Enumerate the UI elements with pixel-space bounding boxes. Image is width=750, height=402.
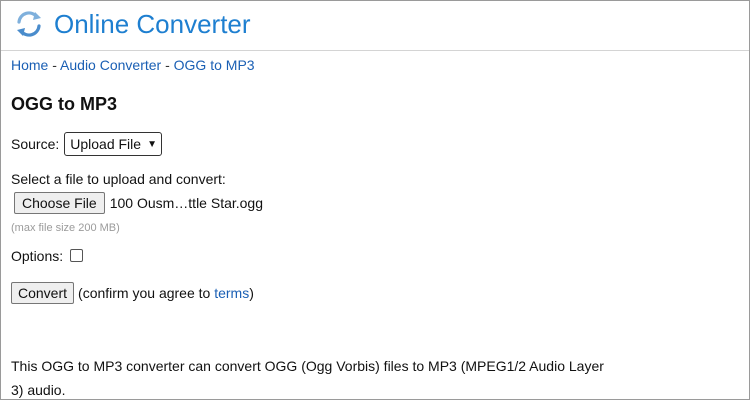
source-select[interactable]: Upload File ▼ <box>64 132 162 156</box>
refresh-arrows-icon[interactable] <box>13 8 45 40</box>
confirm-terms-text: (confirm you agree to terms) <box>78 285 254 301</box>
upload-prompt: Select a file to upload and convert: <box>11 171 226 187</box>
file-input-row: Choose File 100 Ousm…ttle Star.ogg <box>14 192 263 214</box>
source-label: Source: <box>11 136 60 152</box>
convert-row: Convert (confirm you agree to terms) <box>11 282 254 304</box>
confirm-suffix: ) <box>249 285 254 301</box>
source-select-value: Upload File <box>70 136 142 152</box>
options-label: Options: <box>11 248 64 264</box>
converter-description: This OGG to MP3 converter can convert OG… <box>11 358 604 398</box>
selected-file-name: 100 Ousm…ttle Star.ogg <box>109 195 264 211</box>
options-checkbox[interactable] <box>70 248 84 262</box>
breadcrumb-audio-converter-link[interactable]: Audio Converter <box>60 57 161 73</box>
chevron-down-icon: ▼ <box>147 138 157 150</box>
confirm-prefix: (confirm you agree to <box>78 285 215 301</box>
choose-file-button[interactable]: Choose File <box>14 192 105 214</box>
breadcrumb: Home - Audio Converter - OGG to MP3 <box>11 57 255 73</box>
options-row: Options: <box>11 248 84 264</box>
breadcrumb-current-link[interactable]: OGG to MP3 <box>174 57 255 73</box>
site-header: Online Converter <box>1 1 749 51</box>
convert-button[interactable]: Convert <box>11 282 75 304</box>
max-file-size-note: (max file size 200 MB) <box>11 222 120 234</box>
source-row: Source: Upload File ▼ <box>11 132 162 156</box>
breadcrumb-home-link[interactable]: Home <box>11 57 48 73</box>
terms-link[interactable]: terms <box>214 285 249 301</box>
page-title: OGG to MP3 <box>11 94 118 114</box>
breadcrumb-separator: - <box>48 57 61 73</box>
site-logo[interactable]: Online Converter <box>54 9 251 40</box>
breadcrumb-separator: - <box>161 57 174 73</box>
